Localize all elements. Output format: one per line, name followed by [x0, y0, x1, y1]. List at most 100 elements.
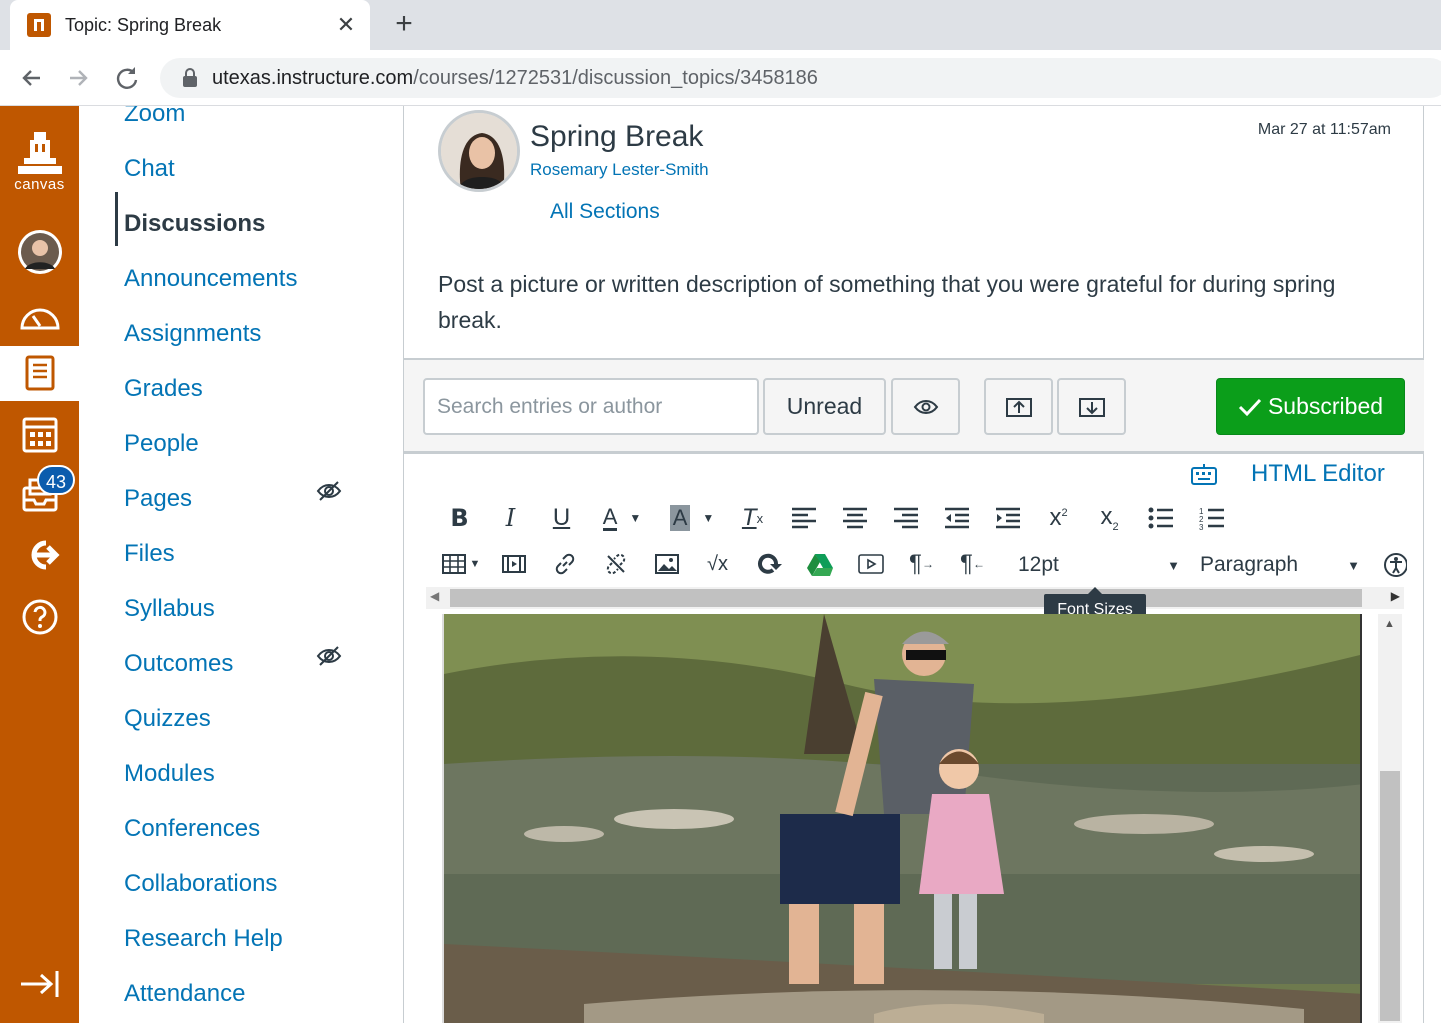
mark-read-button[interactable] [891, 378, 960, 435]
bullet-list-icon [1148, 507, 1173, 529]
chevron-down-icon: ▼ [1167, 557, 1180, 573]
global-nav: canvas 43 [0, 106, 79, 1023]
subscribed-button[interactable]: Subscribed [1216, 378, 1405, 435]
course-nav-attendance[interactable]: Attendance [124, 980, 245, 1008]
scroll-right-icon[interactable]: ▶ [1391, 589, 1400, 603]
calendar-nav[interactable] [0, 408, 79, 460]
embed-video-button[interactable] [845, 544, 896, 584]
course-nav-syllabus[interactable]: Syllabus [124, 595, 215, 623]
omnibox[interactable]: utexas.instructure.com/courses/1272531/d… [160, 58, 1441, 98]
unread-button[interactable]: Unread [763, 378, 886, 435]
scroll-up-icon[interactable]: ▲ [1384, 618, 1395, 630]
account-avatar[interactable] [0, 224, 79, 280]
chevron-down-icon: ▼ [629, 511, 642, 525]
table-button[interactable]: ▼ [434, 544, 488, 584]
unlink-icon [606, 553, 625, 575]
lti-apps-button[interactable] [743, 544, 794, 584]
eye-icon [913, 399, 938, 414]
course-nav-discussions[interactable]: Discussions [124, 210, 265, 238]
topic-message: Post a picture or written description of… [438, 271, 1336, 333]
course-nav-research-help[interactable]: Research Help [124, 925, 283, 953]
forward-arrow-icon[interactable] [64, 63, 94, 93]
expand-replies-button[interactable] [1057, 378, 1126, 435]
active-indicator [115, 192, 118, 246]
chevron-down-icon: ▼ [1347, 557, 1360, 573]
new-tab-icon[interactable]: + [390, 9, 418, 39]
tab-title: Topic: Spring Break [65, 14, 222, 35]
link-button[interactable] [539, 544, 590, 584]
outdent-icon [944, 507, 969, 529]
course-nav-announcements[interactable]: Announcements [124, 265, 297, 293]
table-icon [441, 554, 466, 574]
accessibility-icon[interactable] [1383, 550, 1407, 580]
courses-nav[interactable] [0, 346, 79, 401]
reload-icon[interactable] [112, 63, 142, 93]
scroll-left-icon[interactable]: ◀ [430, 589, 439, 603]
embedded-photo [442, 614, 1362, 1023]
collapse-replies-button[interactable] [984, 378, 1053, 435]
image-button[interactable] [641, 544, 692, 584]
canvas-logo[interactable]: canvas [0, 126, 79, 196]
ltr-button[interactable]: ¶ → [896, 544, 947, 584]
numbered-list-button[interactable]: 123 [1186, 498, 1237, 538]
unlink-button[interactable] [590, 544, 641, 584]
google-drive-button[interactable] [794, 544, 845, 584]
html-editor-link[interactable]: HTML Editor [1251, 460, 1385, 488]
text-color-button[interactable]: A ▼ [587, 498, 657, 538]
back-arrow-icon[interactable] [16, 63, 46, 93]
scrollbar-thumb[interactable] [1380, 771, 1400, 1021]
post-timestamp: Mar 27 at 11:57am [1257, 121, 1391, 138]
browser-tab[interactable]: Topic: Spring Break ✕ [10, 0, 370, 50]
course-nav-modules[interactable]: Modules [124, 760, 215, 788]
course-nav-quizzes[interactable]: Quizzes [124, 705, 211, 733]
align-right-button[interactable] [880, 498, 931, 538]
author-avatar[interactable] [438, 110, 520, 192]
help-nav[interactable] [0, 592, 79, 642]
clear-formatting-button[interactable]: Tx [727, 498, 778, 538]
tab-close-icon[interactable]: ✕ [334, 13, 358, 37]
collapse-nav-button[interactable] [0, 964, 79, 1004]
search-entries-input[interactable]: Search entries or author [423, 378, 759, 435]
subscript-button[interactable]: x2 [1084, 498, 1135, 538]
background-color-button[interactable]: A ▼ [657, 498, 727, 538]
author-link[interactable]: Rosemary Lester-Smith [530, 160, 709, 180]
course-nav-assignments[interactable]: Assignments [124, 320, 261, 348]
bold-button[interactable]: B [434, 498, 485, 538]
course-nav-files[interactable]: Files [124, 540, 175, 568]
dashboard-gauge-icon [19, 308, 60, 330]
block-format-select[interactable]: Paragraph ▼ [1200, 547, 1360, 583]
align-center-button[interactable] [829, 498, 880, 538]
underline-button[interactable]: U [536, 498, 587, 538]
course-nav-pages[interactable]: Pages [124, 485, 192, 513]
course-nav-collaborations[interactable]: Collaborations [124, 870, 277, 898]
keyboard-shortcuts-icon[interactable] [1190, 462, 1218, 486]
inbox-unread-badge: 43 [37, 465, 75, 495]
equation-button[interactable]: √x [692, 544, 743, 584]
outdent-button[interactable] [931, 498, 982, 538]
rtl-button[interactable]: ¶ ← [947, 544, 998, 584]
link-icon [555, 553, 574, 575]
course-nav-zoom[interactable]: Zoom [124, 106, 185, 128]
scrollbar-thumb[interactable] [450, 589, 1362, 607]
superscript-button[interactable]: x2 [1033, 498, 1084, 538]
italic-button[interactable]: I [485, 498, 536, 538]
course-nav-grades[interactable]: Grades [124, 375, 203, 403]
course-nav-people[interactable]: People [124, 430, 199, 458]
align-left-button[interactable] [778, 498, 829, 538]
commons-nav[interactable] [0, 530, 79, 580]
expand-download-icon [1078, 397, 1105, 417]
course-nav-chat[interactable]: Chat [124, 155, 175, 183]
course-nav-conferences[interactable]: Conferences [124, 815, 260, 843]
media-button[interactable] [488, 544, 539, 584]
svg-text:3: 3 [1199, 523, 1204, 530]
dashboard-nav[interactable] [0, 292, 79, 342]
editor-vertical-scrollbar[interactable]: ▲ [1378, 614, 1402, 1023]
editor-horizontal-scrollbar[interactable]: ◀ ▶ [426, 587, 1404, 609]
lock-icon [183, 68, 197, 87]
indent-button[interactable] [982, 498, 1033, 538]
drive-icon [806, 554, 833, 576]
font-size-select[interactable]: 12pt ▼ [1018, 547, 1180, 583]
bullet-list-button[interactable] [1135, 498, 1186, 538]
course-nav-outcomes[interactable]: Outcomes [124, 650, 233, 678]
sections-link[interactable]: All Sections [550, 200, 660, 224]
